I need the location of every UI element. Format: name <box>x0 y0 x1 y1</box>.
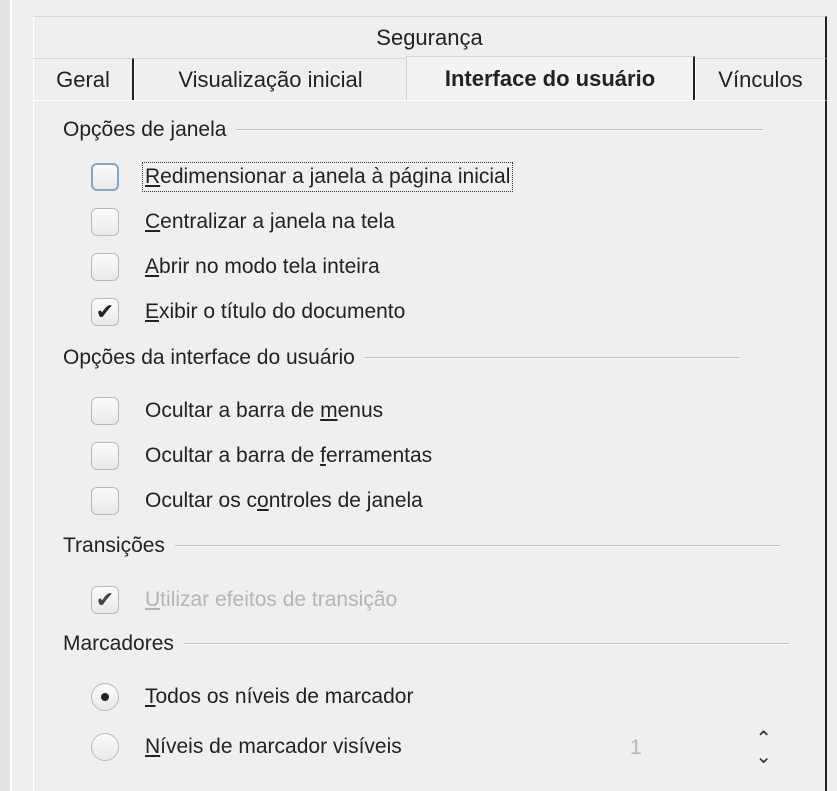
center-window-label: Centralizar a janela na tela <box>145 210 395 234</box>
chevron-down-icon[interactable]: ⌄ <box>755 747 772 767</box>
tab-security[interactable]: Segurança <box>33 16 827 58</box>
ui-options-header: Opções da interface do usuário <box>63 346 739 370</box>
spin-arrows[interactable]: ⌃ ⌄ <box>755 729 772 767</box>
all-bookmark-levels-label: Todos os níveis de marcador <box>145 685 413 709</box>
window-options-title: Opções de janela <box>63 118 227 141</box>
ui-options-divider <box>364 357 739 359</box>
tab-content-panel: Opções de janela Redimensionar a janela … <box>33 100 827 791</box>
visible-bookmark-levels-text: íveis de marcador visíveis <box>160 735 402 758</box>
hide-window-controls-text-end: ntroles de janela <box>268 489 423 512</box>
fullscreen-text: brir no modo tela inteira <box>159 255 380 278</box>
center-window-mnemonic: C <box>145 210 161 233</box>
visible-bookmark-levels-mnemonic: N <box>145 735 161 758</box>
hide-toolbar-checkbox[interactable] <box>91 442 119 470</box>
resize-window-option[interactable]: Redimensionar a janela à página inicial <box>91 162 514 192</box>
transitions-title: Transições <box>63 534 165 557</box>
fullscreen-mnemonic: A <box>145 255 160 278</box>
hide-window-controls-option[interactable]: Ocultar os controles de janela <box>91 487 423 515</box>
tab-user-interface[interactable]: Interface do usuário <box>406 56 695 100</box>
visible-bookmark-levels-option[interactable]: Níveis de marcador visíveis <box>91 733 402 761</box>
window-options-divider <box>236 129 764 131</box>
hide-menubar-option[interactable]: Ocultar a barra de menus <box>91 397 383 425</box>
tab-row-top: Segurança <box>33 16 827 58</box>
hide-menubar-checkbox[interactable] <box>91 397 119 425</box>
tab-links-label: Vínculos <box>718 66 803 92</box>
visible-bookmark-levels-label: Níveis de marcador visíveis <box>145 735 402 759</box>
pdf-export-dialog: Segurança Geral Visualização inicial Int… <box>0 0 837 791</box>
hide-window-controls-mnemonic: o <box>257 489 269 512</box>
visible-levels-value: 1 <box>630 736 642 759</box>
transitions-divider <box>174 545 780 547</box>
hide-toolbar-text-start: Ocultar a barra de <box>145 444 321 467</box>
transition-effects-option: ✔ Utilizar efeitos de transição <box>91 586 397 614</box>
transition-effects-checkbox: ✔ <box>91 586 119 614</box>
hide-menubar-label: Ocultar a barra de menus <box>145 399 383 423</box>
tab-links[interactable]: Vínculos <box>695 58 827 100</box>
center-window-text: entralizar a janela na tela <box>160 210 395 233</box>
fullscreen-option[interactable]: Abrir no modo tela inteira <box>91 253 380 281</box>
hide-window-controls-label: Ocultar os controles de janela <box>145 489 423 513</box>
display-title-text: xibir o título do documento <box>159 300 406 323</box>
bookmarks-title: Marcadores <box>63 632 174 655</box>
hide-menubar-mnemonic: m <box>320 399 338 422</box>
hide-toolbar-option[interactable]: Ocultar a barra de ferramentas <box>91 442 432 470</box>
hide-window-controls-checkbox[interactable] <box>91 487 119 515</box>
resize-window-label: Redimensionar a janela à página inicial <box>141 162 514 192</box>
all-bookmark-levels-mnemonic: T <box>145 685 156 708</box>
hide-toolbar-text-end: erramentas <box>325 444 433 467</box>
visible-levels-spinbox[interactable]: 1 ⌃ ⌄ <box>624 726 778 770</box>
tab-row-bottom: Geral Visualização inicial Interface do … <box>33 56 827 100</box>
display-title-option[interactable]: ✔ Exibir o título do documento <box>91 298 405 326</box>
all-bookmark-levels-option[interactable]: Todos os níveis de marcador <box>91 683 413 711</box>
display-title-label: Exibir o título do documento <box>145 300 405 324</box>
hide-toolbar-label: Ocultar a barra de ferramentas <box>145 444 432 468</box>
display-title-mnemonic: E <box>145 300 160 323</box>
resize-window-text: edimensionar a janela à página inicial <box>160 165 511 188</box>
tab-general-label: Geral <box>56 66 110 92</box>
tab-general[interactable]: Geral <box>33 58 134 100</box>
center-window-checkbox[interactable] <box>91 208 119 236</box>
center-window-option[interactable]: Centralizar a janela na tela <box>91 208 395 236</box>
display-title-checkbox[interactable]: ✔ <box>91 298 119 326</box>
hide-menubar-text-end: enus <box>337 399 384 422</box>
transition-effects-label: Utilizar efeitos de transição <box>145 588 397 612</box>
check-icon: ✔ <box>95 299 115 324</box>
bookmarks-divider <box>183 643 789 645</box>
transition-effects-text: tilizar efeitos de transição <box>160 588 398 611</box>
tab-user-interface-label: Interface do usuário <box>444 65 656 91</box>
tab-initial-view-label: Visualização inicial <box>178 66 363 92</box>
all-bookmark-levels-text: odos os níveis de marcador <box>155 685 414 708</box>
bookmarks-header: Marcadores <box>63 632 789 656</box>
transition-effects-mnemonic: U <box>145 588 161 611</box>
tab-security-label: Segurança <box>376 24 483 50</box>
fullscreen-label: Abrir no modo tela inteira <box>145 255 380 279</box>
transitions-header: Transições <box>63 534 780 558</box>
resize-window-checkbox[interactable] <box>91 163 119 191</box>
hide-window-controls-text-start: Ocultar os c <box>145 489 258 512</box>
window-options-header: Opções de janela <box>63 118 764 142</box>
hide-menubar-text-start: Ocultar a barra de <box>145 399 321 422</box>
tab-initial-view[interactable]: Visualização inicial <box>134 58 406 100</box>
radio-selected-dot <box>101 693 109 701</box>
fullscreen-checkbox[interactable] <box>91 253 119 281</box>
all-bookmark-levels-radio[interactable] <box>91 683 119 711</box>
dialog-left-border-highlight <box>10 0 12 791</box>
visible-bookmark-levels-radio[interactable] <box>91 733 119 761</box>
check-icon: ✔ <box>95 587 115 612</box>
ui-options-title: Opções da interface do usuário <box>63 346 355 369</box>
resize-window-mnemonic: R <box>145 165 161 188</box>
